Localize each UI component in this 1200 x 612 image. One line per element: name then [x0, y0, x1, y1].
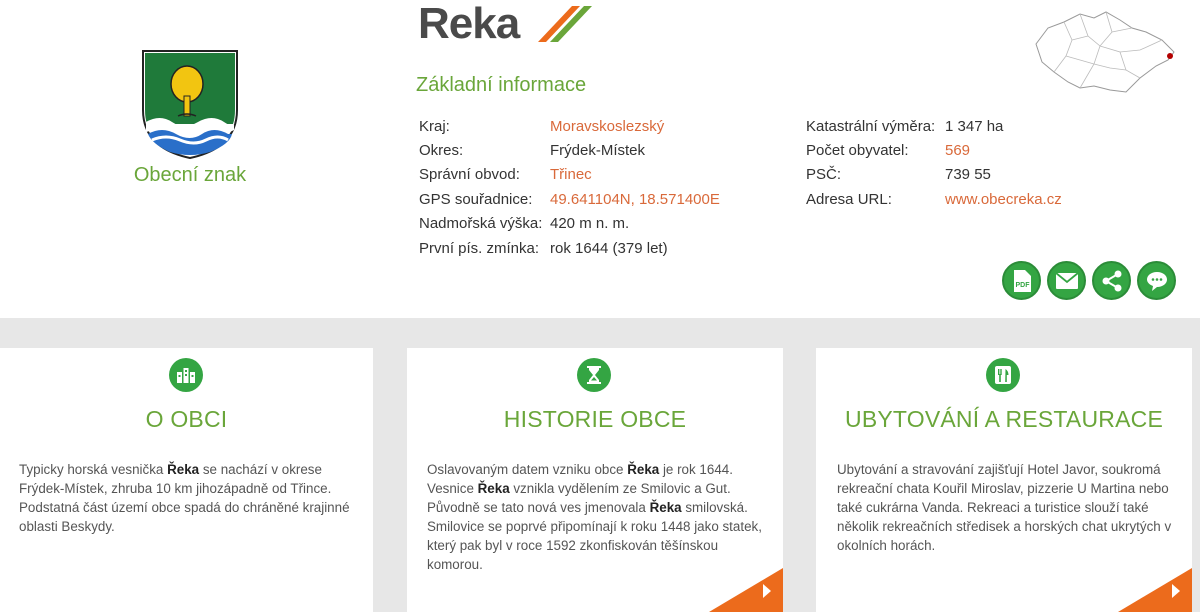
buildings-icon — [169, 358, 203, 392]
arrow-right-icon — [763, 584, 771, 598]
info-row-postcode: PSČ: 739 55 — [806, 163, 1062, 187]
info-label: Kraj: — [419, 117, 450, 135]
info-row-region: Kraj: Moravskoslezský — [419, 114, 720, 138]
czech-republic-map[interactable] — [1028, 6, 1178, 98]
info-label: PSČ: — [806, 166, 842, 184]
title-area: Řeka — [418, 6, 678, 54]
info-label: Správní obvod: — [419, 166, 520, 184]
region-link[interactable]: Moravskoslezský — [550, 118, 664, 135]
info-label: Katastrální výměra: — [806, 117, 936, 135]
info-value: Frýdek-Místek — [550, 142, 646, 160]
info-row-first-mention: První pís. zmínka: rok 1644 (379 let) — [419, 236, 720, 260]
pdf-button[interactable]: PDF — [1002, 261, 1041, 300]
info-value: 1 347 ha — [945, 117, 1004, 135]
card-more-corner[interactable] — [1118, 568, 1192, 612]
cutlery-icon — [986, 358, 1020, 392]
card-accommodation[interactable]: UBYTOVÁNÍ A RESTAURACE Ubytování a strav… — [816, 348, 1192, 612]
info-row-district: Okres: Frýdek-Místek — [419, 138, 720, 162]
title-accent-stripe — [538, 6, 592, 42]
info-label: Adresa URL: — [806, 190, 892, 208]
admin-district-link[interactable]: Třinec — [550, 166, 592, 183]
emblem-caption[interactable]: Obecní znak — [100, 164, 280, 187]
info-value: 739 55 — [945, 166, 991, 184]
comment-button[interactable] — [1137, 261, 1176, 300]
card-title: O OBCI — [145, 406, 228, 432]
info-value: 420 m n. m. — [550, 215, 630, 233]
card-title: HISTORIE OBCE — [503, 406, 687, 432]
card-text: Oslavovaným datem vzniku obce Řeka je ro… — [427, 462, 762, 572]
card-history[interactable]: HISTORIE OBCE Oslavovaným datem vzniku o… — [407, 348, 783, 612]
card-about-village[interactable]: O OBCI Typicky horská vesnička Řeka se n… — [0, 348, 373, 612]
arrow-right-icon — [1172, 584, 1180, 598]
info-label: GPS souřadnice: — [419, 190, 533, 208]
info-panel: Obecní znak Řeka Základní informace Kraj… — [0, 0, 1200, 318]
action-buttons: PDF — [1002, 261, 1176, 300]
info-label: Počet obyvatel: — [806, 142, 909, 160]
svg-text:PDF: PDF — [1015, 282, 1030, 289]
card-title: UBYTOVÁNÍ A RESTAURACE — [845, 406, 1163, 432]
speech-bubble-icon — [1146, 271, 1167, 291]
coat-of-arms — [140, 48, 240, 160]
envelope-icon — [1054, 271, 1079, 289]
basic-info-left: Kraj: Moravskoslezský Okres: Frýdek-Míst… — [419, 114, 720, 260]
info-row-gps: GPS souřadnice: 49.641104N, 18.571400E — [419, 187, 720, 211]
info-label: Okres: — [419, 142, 464, 160]
basic-info-right: Katastrální výměra: 1 347 ha Počet obyva… — [806, 114, 1062, 212]
info-row-url: Adresa URL: www.obecreka.cz — [806, 187, 1062, 211]
email-button[interactable] — [1047, 261, 1086, 300]
info-label: První pís. zmínka: — [419, 239, 540, 257]
card-text: Typicky horská vesnička Řeka se nachází … — [19, 462, 350, 534]
pdf-icon: PDF — [1013, 269, 1031, 292]
website-link[interactable]: www.obecreka.cz — [945, 191, 1062, 208]
population-link[interactable]: 569 — [945, 142, 970, 159]
basic-info-heading: Základní informace — [416, 74, 587, 96]
info-row-area: Katastrální výměra: 1 347 ha — [806, 114, 1062, 138]
info-row-altitude: Nadmořská výška: 420 m n. m. — [419, 212, 720, 236]
info-row-population: Počet obyvatel: 569 — [806, 138, 1062, 162]
card-more-corner[interactable] — [709, 568, 783, 612]
info-row-admin-district: Správní obvod: Třinec — [419, 163, 720, 187]
share-icon — [1102, 270, 1121, 291]
card-text: Ubytování a stravování zajišťují Hotel J… — [837, 462, 1172, 553]
info-value: rok 1644 (379 let) — [550, 239, 668, 257]
hourglass-icon — [577, 358, 611, 392]
gps-link[interactable]: 49.641104N, 18.571400E — [550, 191, 720, 208]
share-button[interactable] — [1092, 261, 1131, 300]
info-label: Nadmořská výška: — [419, 215, 543, 233]
